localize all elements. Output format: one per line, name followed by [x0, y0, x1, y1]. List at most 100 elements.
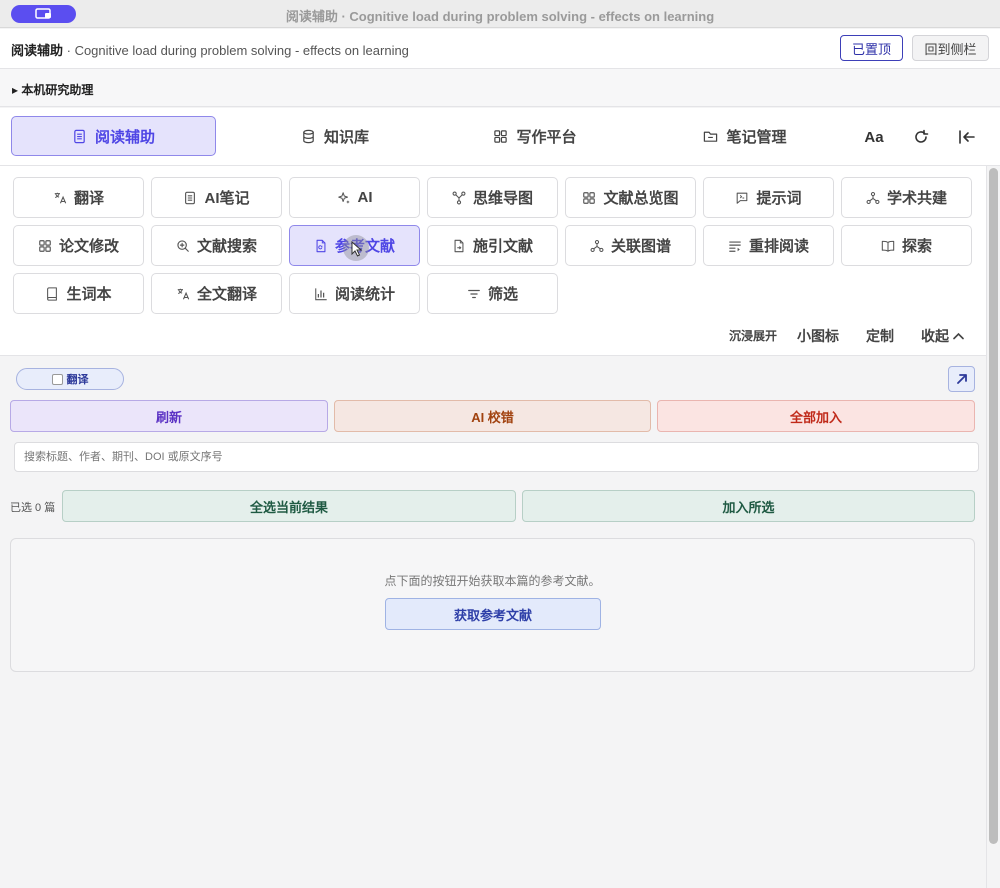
tool-label: 提示词	[756, 190, 802, 207]
tool-label: 翻译	[73, 190, 104, 207]
tool-label: 论文修改	[58, 238, 119, 255]
reflow-icon	[729, 240, 741, 252]
grid-icon	[494, 129, 508, 143]
reference-icon	[316, 239, 326, 252]
small-icons-toggle[interactable]: 小图标	[797, 326, 839, 346]
collapse-label: 收起	[921, 328, 949, 344]
tool-label: 文献总览图	[603, 190, 679, 207]
tab-label: 笔记管理	[726, 128, 787, 146]
tool-ai-note[interactable]: AI笔记	[151, 177, 282, 218]
network-icon	[866, 191, 880, 204]
tool-prompts[interactable]: 提示词	[703, 177, 834, 218]
references-panel: 翻译 刷新 AI 校错 全部加入 已选 0 篇 全选当前结果 加入所选 点下面的…	[0, 356, 986, 888]
tab-label: 写作平台	[516, 128, 577, 146]
filter-icon	[468, 289, 480, 298]
tool-ai[interactable]: AI	[289, 177, 420, 218]
tab-note-management[interactable]: 笔记管理	[645, 116, 845, 156]
window-titlebar: 阅读辅助 · Cognitive load during problem sol…	[0, 0, 1000, 28]
main-nav: 阅读辅助 知识库 写作平台 笔记管理 Aa	[0, 108, 1000, 166]
tool-literature-overview[interactable]: 文献总览图	[565, 177, 696, 218]
tab-label: 阅读辅助	[94, 128, 155, 146]
chart-icon	[315, 287, 327, 300]
empty-message: 点下面的按钮开始获取本篇的参考文献。	[384, 574, 601, 588]
open-external-button[interactable]	[948, 366, 975, 392]
tab-writing-platform[interactable]: 写作平台	[435, 116, 635, 156]
tab-reading-assist[interactable]: 阅读辅助	[11, 116, 216, 156]
translate-toggle-label: 翻译	[66, 374, 89, 386]
refresh-references-button[interactable]: 刷新	[10, 400, 328, 432]
ai-check-button[interactable]: AI 校错	[334, 400, 651, 432]
select-all-results-button[interactable]: 全选当前结果	[62, 490, 516, 522]
tool-label: 思维导图	[472, 190, 533, 207]
back-to-sidebar-button[interactable]: 回到侧栏	[912, 35, 989, 61]
tool-relation-graph[interactable]: 关联图谱	[565, 225, 696, 266]
tool-label: 生词本	[66, 286, 112, 303]
selected-count: 已选 0 篇	[10, 502, 56, 514]
tool-label: AI	[357, 189, 373, 206]
tool-wordbook[interactable]: 生词本	[13, 273, 144, 314]
tool-citing-literature[interactable]: 施引文献	[427, 225, 558, 266]
chevron-up-icon	[953, 332, 964, 340]
grid-icon	[583, 191, 596, 204]
tool-translate[interactable]: 翻译	[13, 177, 144, 218]
prompt-icon	[737, 192, 748, 204]
font-size-button[interactable]: Aa	[863, 126, 885, 148]
book-icon	[881, 240, 895, 252]
zoom-icon	[177, 239, 189, 252]
collapse-left-icon	[959, 130, 975, 144]
local-assistant-row[interactable]: ▸ 本机研究助理	[0, 69, 1000, 107]
scrollbar-thumb[interactable]	[989, 168, 998, 844]
tool-label: 探索	[901, 238, 932, 255]
tool-label: AI笔记	[204, 190, 250, 207]
tool-mindmap[interactable]: 思维导图	[427, 177, 558, 218]
collapse-sidebar-button[interactable]	[956, 126, 978, 148]
tool-label: 重排阅读	[748, 238, 809, 255]
tool-literature-search[interactable]: 文献搜索	[151, 225, 282, 266]
local-assistant-label: ▸ 本机研究助理	[12, 83, 94, 97]
fetch-references-button[interactable]: 获取参考文献	[385, 598, 601, 630]
tab-knowledge-base[interactable]: 知识库	[235, 116, 435, 156]
tool-label: 阅读统计	[334, 286, 395, 303]
paper-title: · Cognitive load during problem solving …	[63, 43, 409, 58]
tool-label: 全文翻译	[196, 286, 257, 303]
window-title: 阅读辅助 · Cognitive load during problem sol…	[285, 9, 715, 24]
tool-grid: 翻译 AI笔记 AI 思维导图 文献总览图 提示词 学术共建 论文修改 文献搜索…	[0, 166, 986, 356]
tool-label: 文献搜索	[196, 238, 257, 255]
folder-icon	[704, 131, 718, 142]
database-icon	[303, 129, 314, 143]
add-selected-button[interactable]: 加入所选	[522, 490, 975, 522]
tool-reading-stats[interactable]: 阅读统计	[289, 273, 420, 314]
immersive-expand-toggle[interactable]: 沉浸展开	[729, 327, 777, 344]
add-all-button[interactable]: 全部加入	[657, 400, 975, 432]
tool-full-translate[interactable]: 全文翻译	[151, 273, 282, 314]
mindmap-icon	[452, 191, 466, 204]
sparkle-icon	[337, 191, 350, 204]
translate-checkbox[interactable]	[51, 373, 63, 385]
grid-icon	[39, 239, 51, 252]
pinned-button[interactable]: 已置顶	[840, 35, 903, 61]
refresh-icon	[915, 129, 929, 143]
citation-icon	[454, 239, 464, 252]
arrow-up-right-icon	[956, 374, 967, 384]
empty-state: 点下面的按钮开始获取本篇的参考文献。 获取参考文献	[10, 538, 975, 672]
translate-icon	[177, 288, 190, 299]
note-icon	[185, 191, 196, 204]
translate-toggle[interactable]: 翻译	[16, 368, 124, 390]
document-icon	[74, 129, 85, 143]
tool-label: 关联图谱	[610, 238, 671, 255]
customize-button[interactable]: 定制	[866, 326, 894, 346]
tool-paper-revision[interactable]: 论文修改	[13, 225, 144, 266]
collapse-button[interactable]: 收起	[921, 326, 964, 346]
reference-search-input[interactable]	[14, 442, 979, 472]
refresh-button[interactable]	[910, 126, 932, 148]
tool-academic-collab[interactable]: 学术共建	[841, 177, 972, 218]
pointer-icon	[351, 241, 363, 257]
tool-reflow-reading[interactable]: 重排阅读	[703, 225, 834, 266]
app-name: 阅读辅助	[11, 43, 64, 58]
wordbook-icon	[47, 286, 58, 301]
tool-filter[interactable]: 筛选	[427, 273, 558, 314]
tool-label: 学术共建	[886, 190, 947, 207]
tool-label: 筛选	[487, 286, 518, 303]
tab-label: 知识库	[323, 128, 369, 146]
tool-explore[interactable]: 探索	[841, 225, 972, 266]
